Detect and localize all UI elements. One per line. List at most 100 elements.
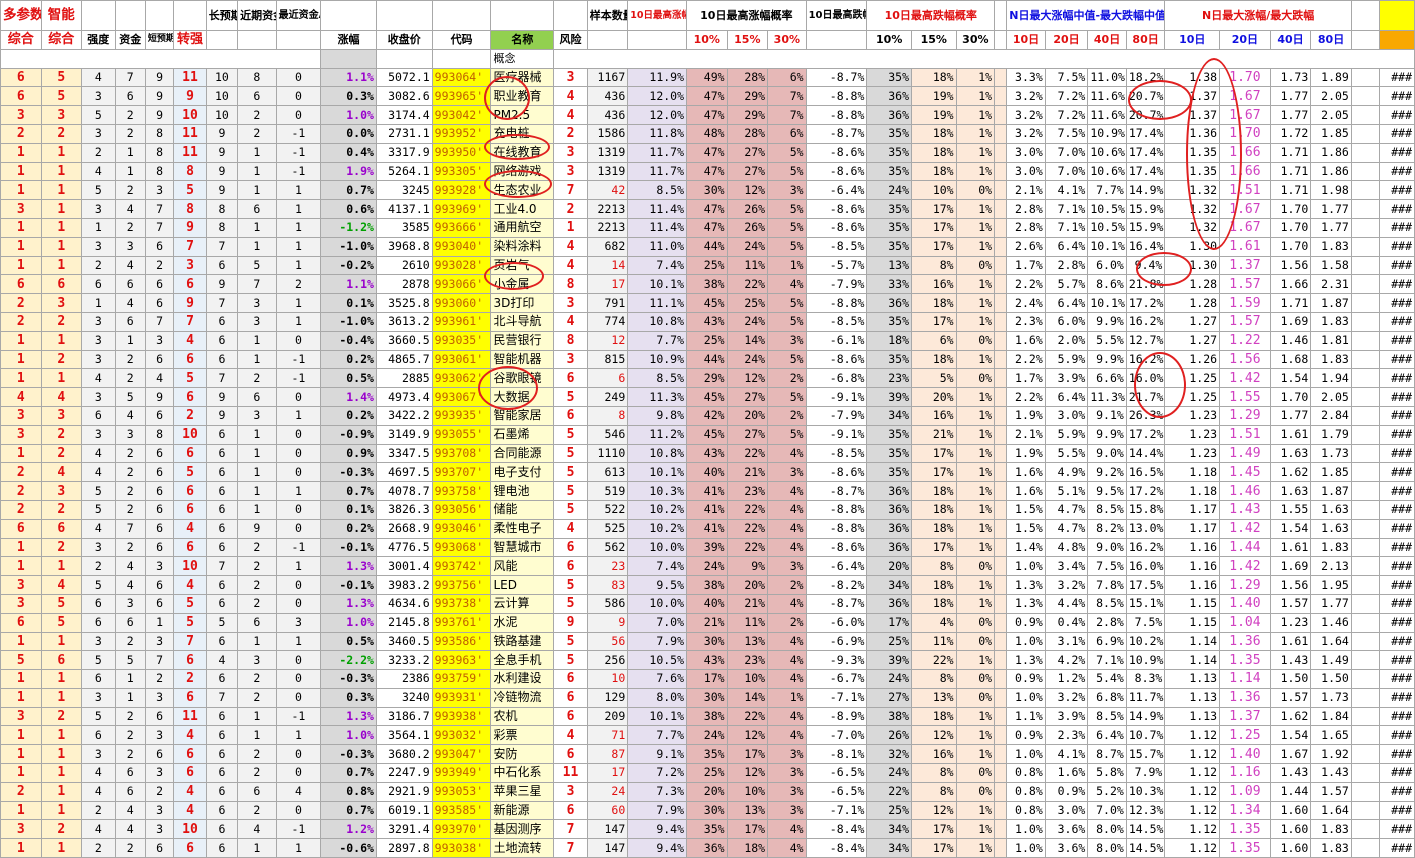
cell-ratio-80d[interactable]: 1.87 <box>1310 293 1352 313</box>
cell-turn-strong[interactable]: 5 <box>173 612 207 633</box>
cell-composite-score[interactable]: 2 <box>0 499 42 520</box>
cell-strength[interactable]: 4 <box>81 819 116 840</box>
cell-ratio-80d[interactable]: 1.83 <box>1310 819 1352 840</box>
cell-low-avg[interactable]: -6.1% <box>805 330 868 351</box>
cell-high-prob-15[interactable]: 24% <box>726 236 769 257</box>
cell-smart-composite[interactable]: 1 <box>40 368 83 389</box>
cell-recent-fund[interactable]: 6 <box>237 86 277 107</box>
cell-recent-fund[interactable]: 1 <box>237 443 277 464</box>
cell-low-prob-15[interactable]: 17% <box>911 443 957 464</box>
cell-high-prob-10[interactable]: 38% <box>686 575 728 595</box>
cell-high-prob-30[interactable]: 1% <box>767 687 807 708</box>
cell-high-prob-30[interactable]: 4% <box>767 819 807 840</box>
cell-high-prob-10[interactable]: 47% <box>686 217 728 238</box>
cell-code[interactable]: 993047' <box>431 744 492 765</box>
cell-fund[interactable]: 2 <box>114 706 146 727</box>
cell-sample-count[interactable]: 436 <box>586 105 629 125</box>
cell-concept-name[interactable]: 石墨烯 <box>490 424 555 445</box>
cell-ratio-80d[interactable]: 1.85 <box>1310 462 1352 483</box>
cell-change-pct[interactable]: -0.3% <box>320 744 377 765</box>
cell-composite-score[interactable]: 3 <box>0 405 42 426</box>
cell-high-prob-15[interactable]: 20% <box>726 405 769 426</box>
cell-overflow[interactable]: ### <box>1379 67 1415 88</box>
cell-high-prob-30[interactable]: 5% <box>767 142 807 163</box>
cell-high-prob-15[interactable]: 24% <box>726 349 769 370</box>
cell-median-20d[interactable]: 1.2% <box>1044 669 1089 689</box>
cell-strength[interactable]: 4 <box>81 763 116 783</box>
cell-close-price[interactable]: 3968.8 <box>375 236 433 257</box>
cell-ratio-10d[interactable]: 1.14 <box>1164 631 1221 652</box>
table-row[interactable]: 2 2 3 2 8 11 9 2 -1 0.0% 2731.1 993952' 充电桩 2 1586 11.8… <box>0 123 1415 144</box>
cell-median-20d[interactable]: 4.1% <box>1044 744 1089 765</box>
cell-ratio-10d[interactable]: 1.13 <box>1164 669 1221 689</box>
cell-strength[interactable]: 6 <box>81 612 116 633</box>
cell-fund[interactable]: 2 <box>114 537 146 558</box>
cell-median-40d[interactable]: 9.9% <box>1087 424 1127 445</box>
cell-change-pct[interactable]: 0.2% <box>320 405 377 426</box>
cell-concept-name[interactable]: 全息手机 <box>490 650 555 671</box>
cell-low-prob-10[interactable]: 33% <box>866 274 912 295</box>
cell-ratio-40d[interactable]: 1.46 <box>1269 330 1312 351</box>
cell-sample-count[interactable]: 17 <box>586 274 629 295</box>
cell-risk[interactable]: 5 <box>553 650 588 671</box>
cell-code[interactable]: 993965' <box>431 86 492 107</box>
cell-ratio-80d[interactable]: 2.05 <box>1310 86 1352 107</box>
cell-low-avg[interactable]: -6.4% <box>805 180 868 201</box>
cell-ratio-20d[interactable]: 1.29 <box>1219 575 1271 595</box>
cell-recent-fund-a[interactable]: 1 <box>275 631 322 652</box>
cell-sample-count[interactable]: 1167 <box>586 67 629 88</box>
cell-median-40d[interactable]: 9.0% <box>1087 537 1127 558</box>
cell-code[interactable]: 993038' <box>431 838 492 858</box>
cell-high-prob-10[interactable]: 29% <box>686 368 728 389</box>
table-row[interactable]: 3 4 5 4 6 4 6 2 0 -0.1% 3983.2 993756' LED 5 83 9.5% 38%… <box>0 575 1415 595</box>
cell-change-pct[interactable]: 1.4% <box>320 387 377 407</box>
cell-fund[interactable]: 4 <box>114 255 146 276</box>
cell-high-prob-10[interactable]: 48% <box>686 123 728 144</box>
cell-low-prob-30[interactable]: 0% <box>955 687 996 708</box>
cell-median-10d[interactable]: 2.8% <box>1006 199 1046 219</box>
cell-high-prob-15[interactable]: 9% <box>726 556 769 577</box>
cell-low-avg[interactable]: -8.6% <box>805 537 868 558</box>
cell-ratio-40d[interactable]: 1.62 <box>1269 706 1312 727</box>
cell-ratio-20d[interactable]: 1.36 <box>1219 687 1271 708</box>
cell-recent-fund-a[interactable]: 1 <box>275 236 322 257</box>
cell-code[interactable]: 993046' <box>431 518 492 539</box>
cell-high-prob-30[interactable]: 7% <box>767 86 807 107</box>
cell-ratio-20d[interactable]: 1.09 <box>1219 781 1271 802</box>
cell-overflow[interactable]: ### <box>1379 424 1415 445</box>
cell-ratio-20d[interactable]: 1.67 <box>1219 217 1271 238</box>
cell-median-10d[interactable]: 2.4% <box>1006 293 1046 313</box>
cell-median-20d[interactable]: 2.0% <box>1044 330 1089 351</box>
cell-ratio-10d[interactable]: 1.37 <box>1164 105 1221 125</box>
cell-high-avg[interactable]: 12.0% <box>627 105 688 125</box>
cell-low-prob-10[interactable]: 17% <box>866 612 912 633</box>
cell-low-prob-15[interactable]: 11% <box>911 631 957 652</box>
cell-high-avg[interactable]: 7.0% <box>627 612 688 633</box>
cell-ratio-40d[interactable]: 1.61 <box>1269 631 1312 652</box>
cell-composite-score[interactable]: 1 <box>0 687 42 708</box>
cell-overflow[interactable]: ### <box>1379 330 1415 351</box>
table-row[interactable]: 2 1 4 6 2 4 6 6 4 0.8% 2921.9 993053' 苹果三星 3 24 7.3% 20%… <box>0 781 1415 802</box>
cell-high-prob-15[interactable]: 23% <box>726 650 769 671</box>
cell-high-prob-30[interactable]: 3% <box>767 330 807 351</box>
cell-ratio-10d[interactable]: 1.35 <box>1164 161 1221 182</box>
cell-fund[interactable]: 6 <box>114 612 146 633</box>
cell-risk[interactable]: 6 <box>553 368 588 389</box>
cell-recent-fund-a[interactable]: 1 <box>275 556 322 577</box>
cell-high-prob-30[interactable]: 2% <box>767 405 807 426</box>
cell-ratio-10d[interactable]: 1.16 <box>1164 537 1221 558</box>
cell-turn-strong[interactable]: 10 <box>173 424 207 445</box>
cell-long-expect[interactable]: 6 <box>205 575 239 595</box>
cell-recent-fund[interactable]: 6 <box>237 612 277 633</box>
cell-low-prob-30[interactable]: 1% <box>955 744 996 765</box>
cell-median-20d[interactable]: 3.0% <box>1044 800 1089 821</box>
cell-ratio-80d[interactable]: 1.46 <box>1310 612 1352 633</box>
cell-sample-count[interactable]: 71 <box>586 725 629 746</box>
cell-risk[interactable]: 2 <box>553 123 588 144</box>
cell-ratio-80d[interactable]: 2.31 <box>1310 274 1352 295</box>
cell-ratio-10d[interactable]: 1.18 <box>1164 481 1221 501</box>
cell-concept-name[interactable]: 民营银行 <box>490 330 555 351</box>
cell-change-pct[interactable]: -2.2% <box>320 650 377 671</box>
cell-median-10d[interactable]: 2.2% <box>1006 349 1046 370</box>
cell-code[interactable]: 993931' <box>431 687 492 708</box>
